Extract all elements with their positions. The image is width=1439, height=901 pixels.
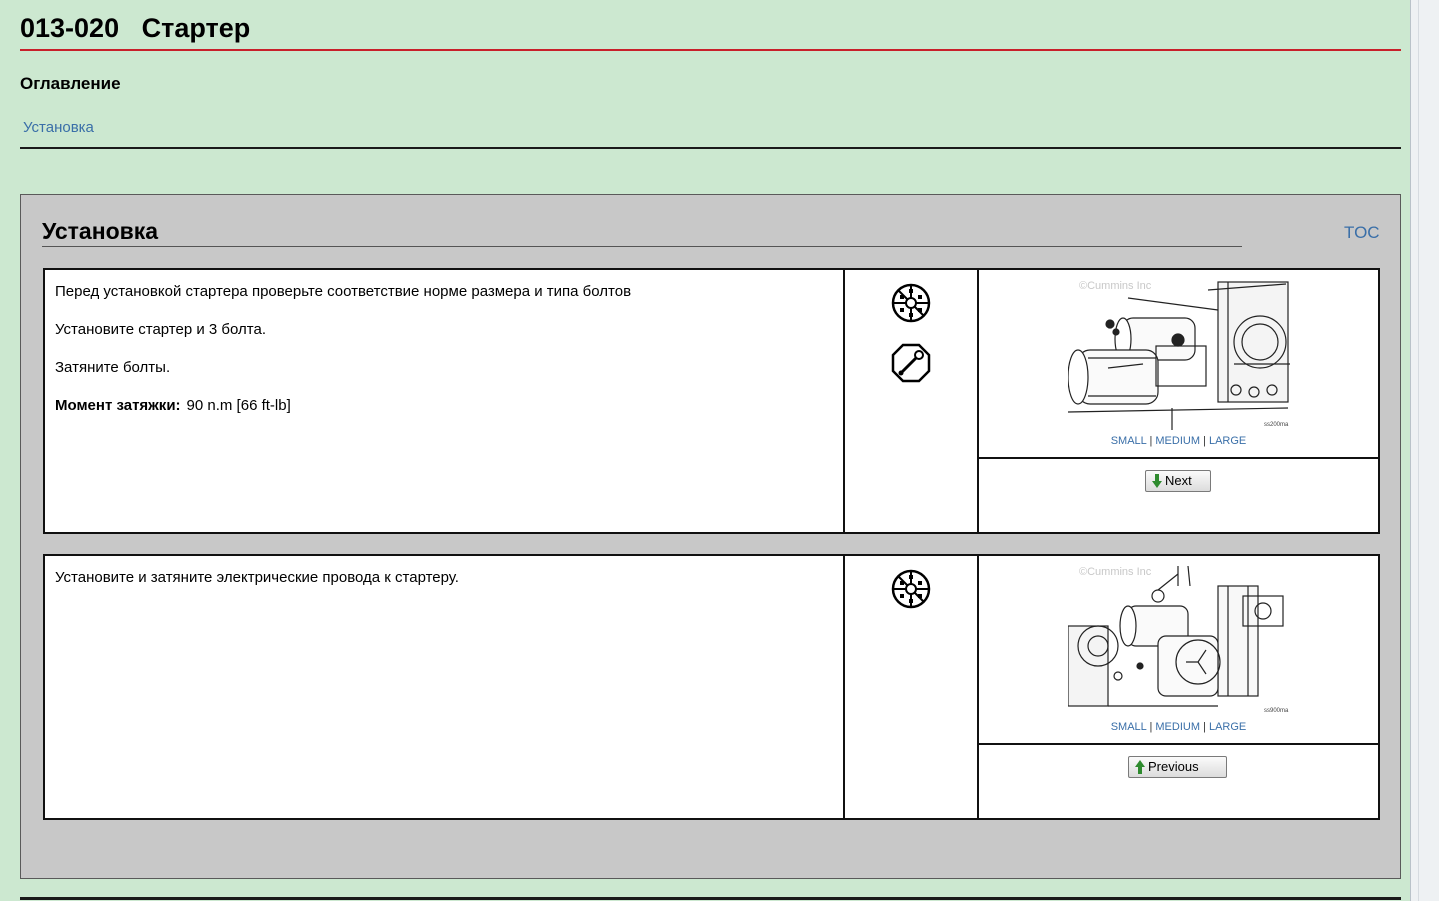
next-button-label: Next	[1165, 473, 1192, 488]
step-text-line: Установите и затяните электрические пров…	[55, 569, 459, 586]
size-link-small[interactable]: SMALL	[1111, 435, 1147, 447]
step-text-line: Перед установкой стартера проверьте соот…	[55, 283, 632, 300]
step-text-line: Затяните болты.	[55, 359, 171, 376]
torque-value: 90 n.m [66 ft-lb]	[186, 397, 291, 414]
socket-wrench-icon	[891, 569, 931, 609]
step-2-tool-icons	[845, 556, 979, 818]
size-link-medium[interactable]: MEDIUM	[1155, 721, 1200, 733]
step-1-nav: Next	[979, 459, 1378, 532]
starter-wiring-illustration: ss900ma	[1068, 566, 1289, 714]
step-1-figure: ©Cummins Inc ss200ma SMALL | MEDIUM | LA…	[979, 270, 1378, 459]
image-size-links: SMALL | MEDIUM | LARGE	[1110, 721, 1247, 733]
image-size-links: SMALL | MEDIUM | LARGE	[1110, 435, 1247, 447]
starter-installation-illustration: ss200ma	[1068, 281, 1290, 430]
step-2-nav: Previous	[979, 745, 1378, 818]
size-link-large[interactable]: LARGE	[1209, 721, 1246, 733]
step-text-line: Установите стартер и 3 болта.	[55, 321, 266, 338]
figure-id: ss900ma	[1264, 708, 1289, 714]
step-2: Установите и затяните электрические пров…	[43, 554, 1380, 820]
size-link-medium[interactable]: MEDIUM	[1155, 435, 1200, 447]
previous-button-label: Previous	[1148, 759, 1199, 774]
toc-heading: Оглавление	[20, 74, 121, 93]
torque-spec: Момент затяжки: 90 n.m [66 ft-lb]	[55, 396, 833, 415]
step-1-text: Перед установкой стартера проверьте соот…	[45, 270, 845, 532]
arrow-up-icon	[1135, 760, 1145, 774]
torque-label: Момент затяжки:	[55, 397, 181, 414]
socket-wrench-icon	[891, 283, 931, 323]
step-2-figure: ©Cummins Inc ss900ma SMALL | MEDIUM | LA…	[979, 556, 1378, 745]
arrow-down-icon	[1152, 474, 1162, 488]
toc-divider	[20, 147, 1401, 149]
figure-id: ss200ma	[1264, 422, 1289, 428]
toc-back-link[interactable]: TOC	[1344, 223, 1380, 243]
bottom-divider	[20, 897, 1401, 900]
page-title: 013-020 Стартер	[20, 13, 251, 43]
installation-section: Установка TOC Перед установкой стартера …	[20, 194, 1401, 879]
step-2-text: Установите и затяните электрические пров…	[45, 556, 845, 818]
section-title-divider	[42, 246, 1242, 247]
next-button[interactable]: Next	[1145, 470, 1211, 492]
section-title: Установка	[42, 218, 159, 244]
size-link-small[interactable]: SMALL	[1111, 721, 1147, 733]
size-link-large[interactable]: LARGE	[1209, 435, 1246, 447]
window-right-edge	[1410, 0, 1439, 901]
toc-link-installation[interactable]: Установка	[23, 119, 94, 137]
title-divider	[20, 49, 1401, 51]
torque-wrench-icon	[891, 343, 931, 383]
step-1: Перед установкой стартера проверьте соот…	[43, 268, 1380, 534]
previous-button[interactable]: Previous	[1128, 756, 1227, 778]
step-1-tool-icons	[845, 270, 979, 532]
